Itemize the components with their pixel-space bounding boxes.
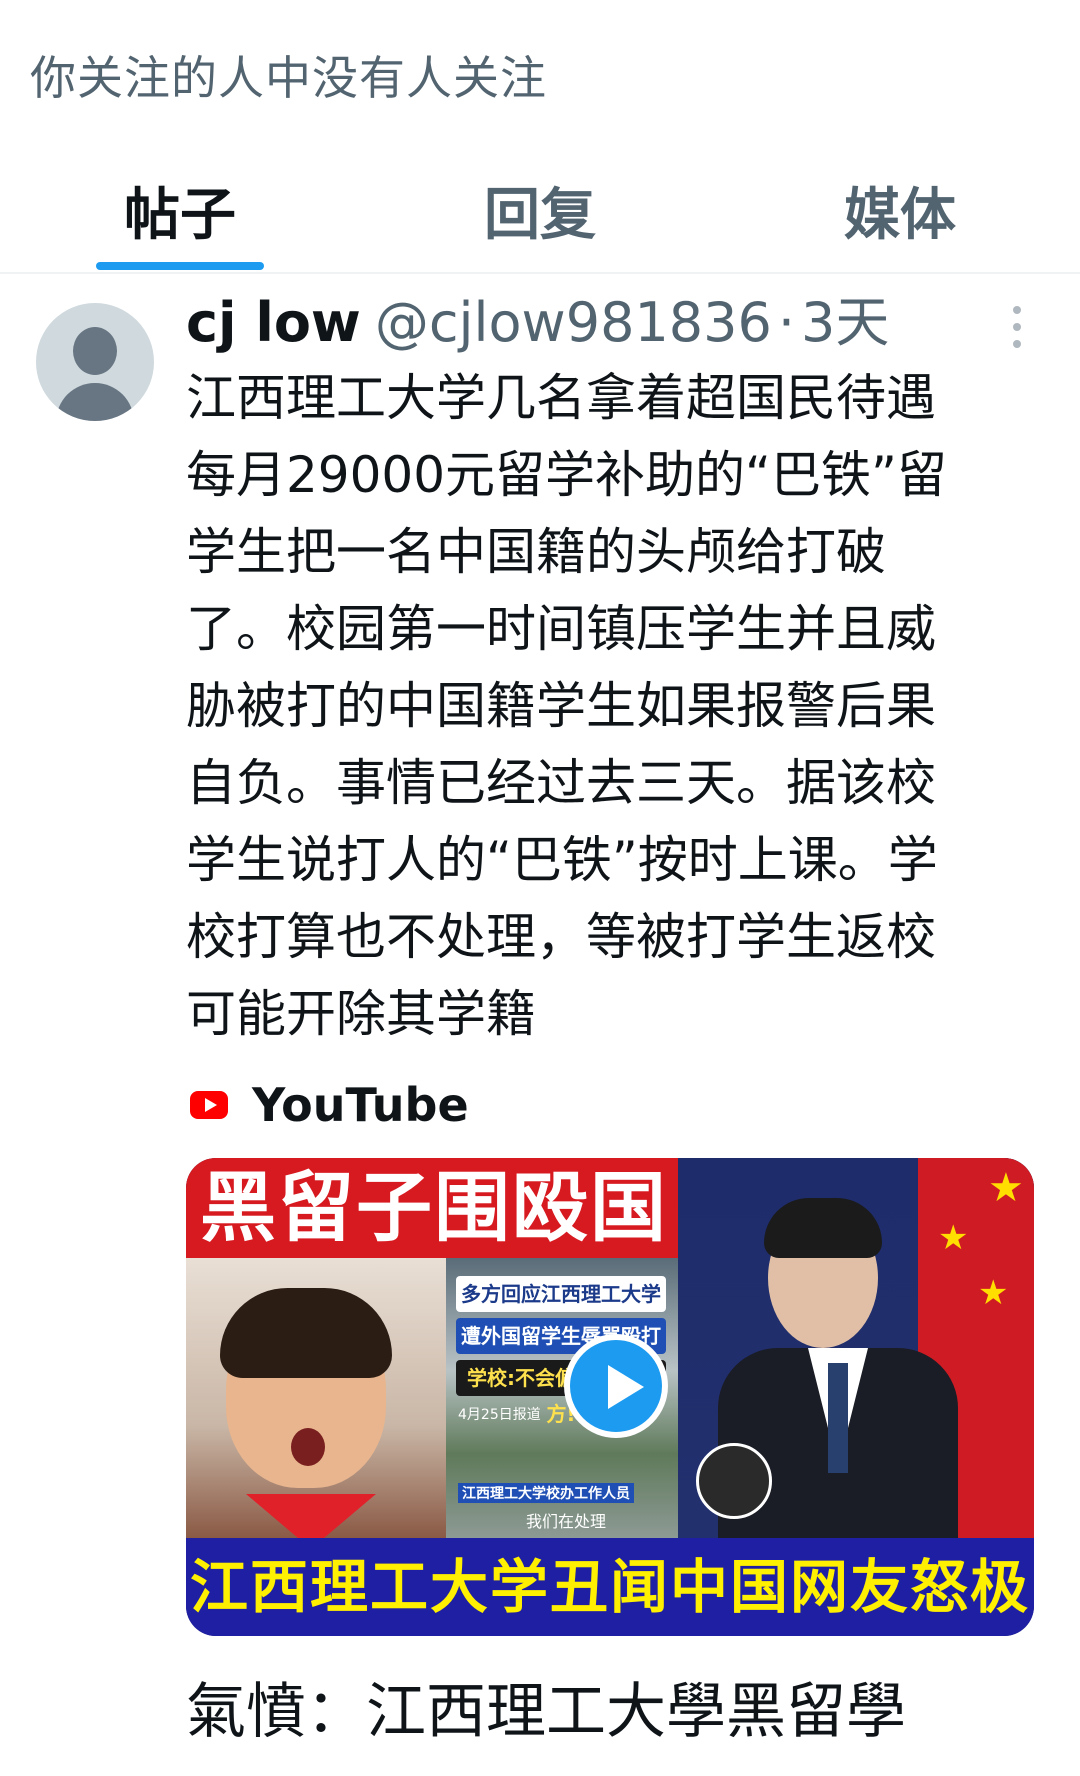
man-hair bbox=[764, 1198, 882, 1258]
flag-star-icon: ★ bbox=[988, 1165, 1024, 1211]
link-source: YouTube bbox=[190, 1075, 469, 1135]
flag-star-icon: ★ bbox=[978, 1273, 1009, 1313]
more-vertical-icon[interactable] bbox=[1000, 304, 1034, 350]
profile-posts-page: 你关注的人中没有人关注 帖子 回复 媒体 cj low @cjlow981836 ·… bbox=[0, 0, 1080, 1776]
more-dot bbox=[1013, 340, 1021, 348]
author-name[interactable]: cj low bbox=[186, 291, 361, 354]
thumbnail-left-image bbox=[186, 1258, 446, 1538]
more-dot bbox=[1013, 323, 1021, 331]
followers-you-know-note[interactable]: 你关注的人中没有人关注 bbox=[30, 42, 547, 108]
link-source-label: YouTube bbox=[252, 1078, 469, 1132]
kid-hair bbox=[220, 1288, 392, 1378]
thumbnail-subtitle-1: 江西理工大学校办工作人员 bbox=[458, 1483, 634, 1503]
thumbnail-subtitle-2: 我们在处理 bbox=[526, 1512, 607, 1531]
avatar[interactable] bbox=[36, 303, 154, 421]
tab-replies[interactable]: 回复 bbox=[440, 170, 640, 270]
post-text: 江西理工大学几名拿着超国民待遇 每月29000元留学补助的“巴铁”留 学生把一名… bbox=[186, 369, 947, 1043]
author-handle[interactable]: @cjlow981836 bbox=[375, 291, 772, 354]
tab-media[interactable]: 媒体 bbox=[800, 170, 1000, 270]
thumbnail-right-image: ★ ★ ★ bbox=[678, 1158, 1034, 1548]
tab-posts[interactable]: 帖子 bbox=[80, 170, 280, 270]
thumbnail-bottom-banner: 江西理工大学丑闻中国网友怒极 bbox=[186, 1538, 1034, 1636]
inset-portrait bbox=[696, 1443, 772, 1519]
kid-mouth bbox=[291, 1428, 325, 1466]
youtube-icon bbox=[190, 1091, 228, 1119]
thumbnail-banner: 黑留子围殴国人 bbox=[186, 1158, 700, 1352]
link-card-title[interactable]: 氣憤：江西理工大學黑留學 bbox=[186, 1662, 1066, 1762]
default-avatar-body bbox=[56, 383, 134, 421]
post-time[interactable]: 3天 bbox=[801, 291, 889, 354]
more-dot bbox=[1013, 306, 1021, 314]
play-icon[interactable] bbox=[564, 1334, 668, 1438]
active-tab-indicator bbox=[96, 262, 264, 270]
thumbnail-caption-1: 多方回应江西理工大学学生 bbox=[456, 1276, 666, 1342]
post-header: cj low @cjlow981836 · 3天 bbox=[186, 288, 889, 358]
thumbnail-date: 4月25日报道 bbox=[458, 1407, 541, 1423]
separator-dot: · bbox=[777, 291, 796, 354]
flag-star-icon: ★ bbox=[938, 1218, 969, 1258]
profile-tabs: 帖子 回复 媒体 bbox=[0, 150, 1080, 274]
man-tie bbox=[828, 1363, 848, 1473]
video-thumbnail[interactable]: 黑留子围殴国人 多方回应江西理工大学学生 遭外国留学生辱骂殴打 学校:不会偏袒任… bbox=[186, 1158, 1034, 1636]
red-scarf bbox=[246, 1494, 376, 1538]
default-avatar-head bbox=[73, 327, 117, 375]
